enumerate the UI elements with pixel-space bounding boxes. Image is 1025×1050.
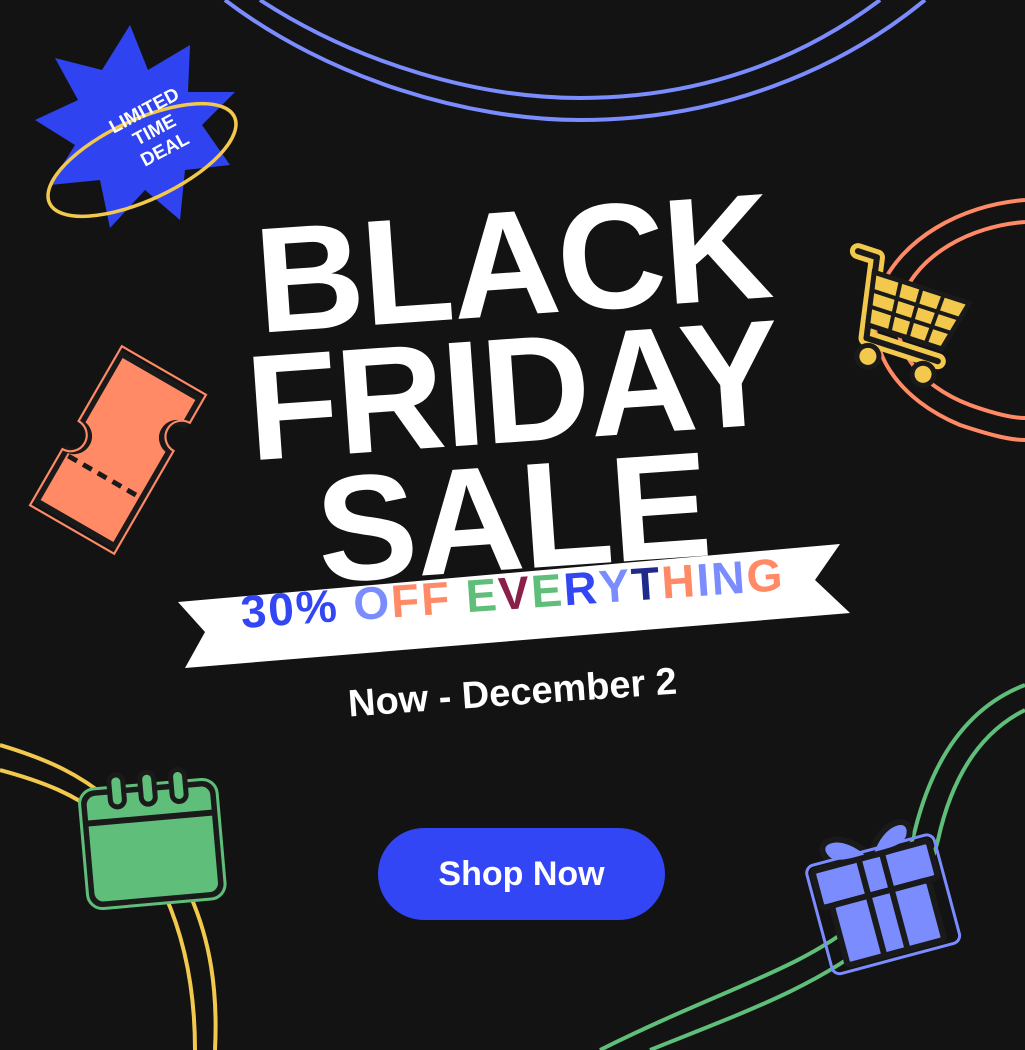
calendar-icon [78,767,227,911]
ribbon-segment: O [351,575,393,631]
promo-banner: LIMITED TIME DEAL BLACK FRIDAY SALE 30% … [0,0,1025,1050]
ribbon-segment: 30% [238,579,341,638]
ribbon-segment: R [561,561,601,616]
ribbon-segment: H [659,554,699,609]
ribbon-segment: Y [597,558,634,613]
ribbon-segment: E [464,568,501,623]
ribbon-segment: T [629,556,664,611]
top-arc-inner [258,0,882,101]
ribbon-segment: E [529,563,566,618]
calendar-trail-1 [163,894,197,1050]
ribbon-segment: IN [694,550,749,607]
ribbon-segment: V [496,565,533,620]
limited-time-badge: LIMITED TIME DEAL [30,20,250,235]
ribbon-segment: G [744,548,787,603]
top-arc-outer [223,0,927,123]
shop-now-button[interactable]: Shop Now [378,828,665,920]
ribbon-segment: FF [389,571,453,628]
